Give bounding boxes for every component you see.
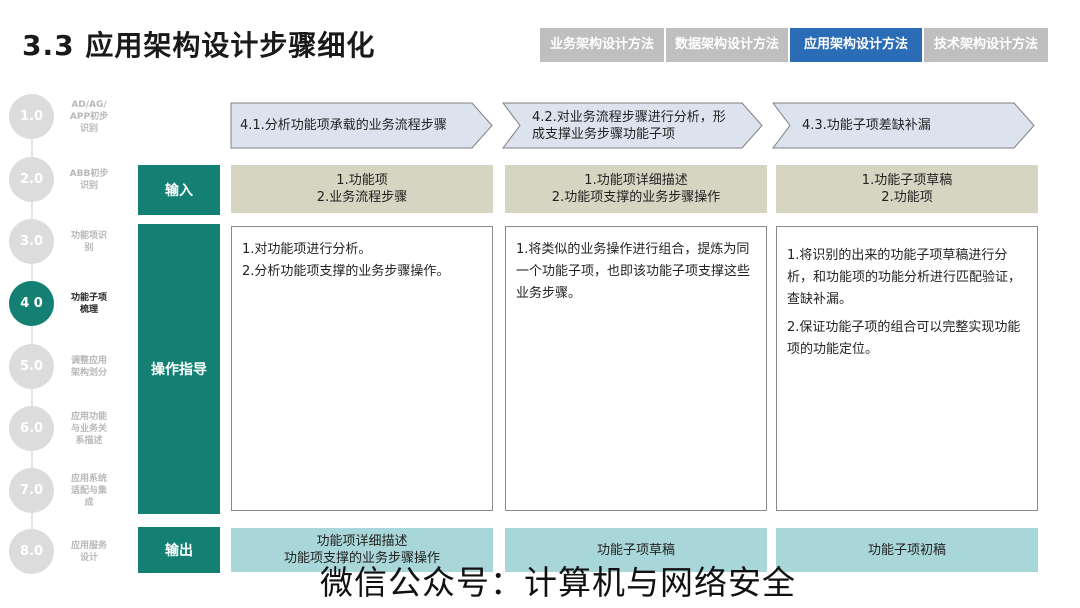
step-label: 应用服务 设计: [70, 540, 107, 563]
output-item: 功能子项初稿: [867, 542, 946, 558]
step-number: 4 0: [9, 281, 54, 326]
step-5: 5.0 调整应用 架构划分: [9, 344, 113, 389]
operation-item: 1.将类似的业务操作进行组合，提炼为同一个功能子项，也即该功能子项支撑这些业务步…: [516, 242, 751, 301]
step-number: 8.0: [9, 529, 54, 574]
row-header-input: 输入: [138, 165, 220, 215]
tab-technology-architecture[interactable]: 技术架构设计方法: [924, 28, 1048, 62]
step-4: 4 0 功能子项 梳理: [9, 281, 113, 326]
step-label: 功能子项 梳理: [70, 292, 107, 315]
input-cell-1: 1.功能项 2.业务流程步骤: [231, 165, 493, 213]
step-8: 8.0 应用服务 设计: [9, 529, 113, 574]
step-number: 5.0: [9, 344, 54, 389]
output-cell-3: 功能子项初稿: [776, 528, 1038, 572]
step-number: 3.0: [9, 219, 54, 264]
input-item: 2.业务流程步骤: [316, 190, 408, 205]
step-6: 6.0 应用功能 与业务关 系描述: [9, 406, 113, 451]
operation-item: 1.将识别的出来的功能子项草稿进行分析，和功能项的功能分析进行匹配验证，查缺补漏…: [787, 248, 1022, 307]
input-item: 2.功能项支撑的业务步骤操作: [551, 190, 721, 205]
column-header-text: 4.3.功能子项差缺补漏: [802, 118, 931, 133]
row-header-output: 输出: [138, 527, 220, 573]
step-number: 2.0: [9, 157, 54, 202]
step-number: 6.0: [9, 406, 54, 451]
operation-cell-2: 1.将类似的业务操作进行组合，提炼为同一个功能子项，也即该功能子项支撑这些业务步…: [505, 226, 767, 511]
step-label: 应用系统 适配与集 成: [70, 473, 107, 508]
watermark: 微信公众号：计算机与网络安全: [320, 563, 796, 602]
operation-cell-3: 1.将识别的出来的功能子项草稿进行分析，和功能项的功能分析进行匹配验证，查缺补漏…: [776, 226, 1038, 511]
input-cell-2: 1.功能项详细描述 2.功能项支撑的业务步骤操作: [505, 165, 767, 213]
page-title: 3.3 应用架构设计步骤细化: [22, 29, 376, 62]
tab-business-architecture[interactable]: 业务架构设计方法: [540, 28, 664, 62]
operation-item: 2.保证功能子项的组合可以完整实现功能项的功能定位。: [787, 320, 1021, 357]
step-7: 7.0 应用系统 适配与集 成: [9, 468, 113, 513]
input-item: 2.功能项: [881, 190, 933, 205]
tab-application-architecture[interactable]: 应用架构设计方法: [790, 28, 922, 62]
step-number: 7.0: [9, 468, 54, 513]
operation-item: 1.对功能项进行分析。: [242, 242, 372, 257]
row-header-operation: 操作指导: [138, 224, 220, 514]
operation-cell-1: 1.对功能项进行分析。 2.分析功能项支撑的业务步骤操作。: [231, 226, 493, 511]
tab-data-architecture[interactable]: 数据架构设计方法: [666, 28, 788, 62]
input-item: 1.功能项: [336, 173, 388, 188]
method-tabs: 业务架构设计方法 数据架构设计方法 应用架构设计方法 技术架构设计方法: [540, 28, 1048, 62]
input-item: 1.功能项详细描述: [584, 173, 688, 188]
column-header-2: 4.2.对业务流程步骤进行分析，形成支撑业务步骤功能子项: [502, 102, 764, 149]
column-header-3: 4.3.功能子项差缺补漏: [772, 102, 1036, 149]
output-item: 功能项详细描述: [316, 534, 408, 549]
column-header-text: 4.2.对业务流程步骤进行分析，形成支撑业务步骤功能子项: [532, 109, 726, 142]
input-item: 1.功能子项草稿: [861, 173, 953, 188]
step-label: 应用功能 与业务关 系描述: [70, 411, 107, 446]
operation-item: 2.分析功能项支撑的业务步骤操作。: [242, 264, 450, 279]
column-header-text: 4.1.分析功能项承载的业务流程步骤: [240, 118, 447, 133]
step-number: 1.0: [9, 94, 54, 139]
step-1: 1.0 AD/AG/ APP初步 识别: [9, 94, 113, 139]
step-label: ABB初步 识别: [69, 168, 109, 191]
step-label: 调整应用 架构划分: [70, 355, 107, 378]
step-label: 功能项识 别: [70, 230, 107, 253]
step-3: 3.0 功能项识 别: [9, 219, 113, 264]
input-cell-3: 1.功能子项草稿 2.功能项: [776, 165, 1038, 213]
step-2: 2.0 ABB初步 识别: [9, 157, 113, 202]
step-label: AD/AG/ APP初步 识别: [69, 99, 109, 134]
column-header-1: 4.1.分析功能项承载的业务流程步骤: [230, 102, 494, 149]
